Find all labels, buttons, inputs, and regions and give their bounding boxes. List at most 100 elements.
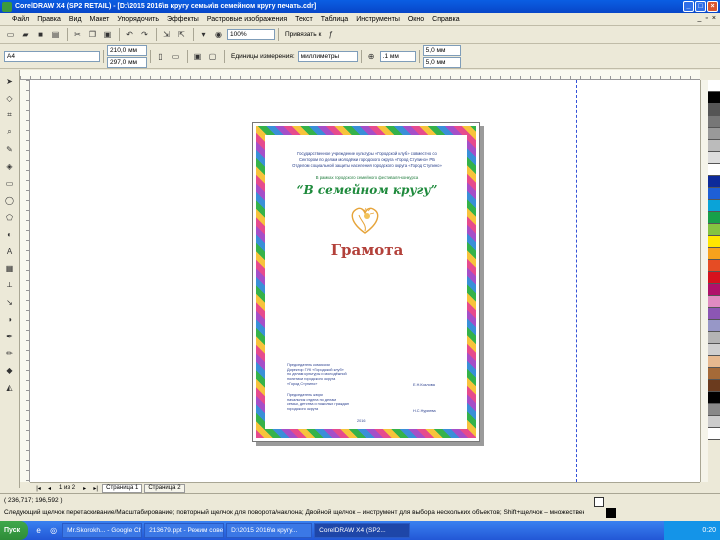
- prev-page-icon[interactable]: ◂: [45, 485, 54, 492]
- palette-swatch[interactable]: [708, 116, 720, 128]
- basic-shapes-icon[interactable]: ◐: [3, 227, 17, 241]
- palette-swatch[interactable]: [708, 320, 720, 332]
- palette-swatch[interactable]: [708, 284, 720, 296]
- dimension-tool-icon[interactable]: ⟂: [3, 278, 17, 292]
- landscape-icon[interactable]: ▭: [169, 50, 182, 63]
- crop-tool-icon[interactable]: ⌗: [3, 108, 17, 122]
- palette-swatch[interactable]: [708, 248, 720, 260]
- duplicate-y-field[interactable]: 5,0 мм: [422, 57, 461, 68]
- palette-swatch[interactable]: [708, 164, 720, 176]
- palette-swatch[interactable]: [708, 332, 720, 344]
- doc-restore-icon[interactable]: ▫: [705, 15, 707, 22]
- palette-swatch[interactable]: [708, 188, 720, 200]
- print-icon[interactable]: ▤: [49, 28, 62, 41]
- next-page-icon[interactable]: ▸: [80, 485, 89, 492]
- snap-to-dropdown[interactable]: Привязать к: [285, 31, 321, 38]
- sub-line[interactable]: В рамках городского семейного фестиваля-…: [277, 175, 457, 180]
- copy-icon[interactable]: ❐: [86, 28, 99, 41]
- palette-swatch[interactable]: [708, 224, 720, 236]
- palette-swatch[interactable]: [708, 392, 720, 404]
- undo-icon[interactable]: ↶: [123, 28, 136, 41]
- new-document-icon[interactable]: ▭: [4, 28, 17, 41]
- vertical-scrollbar[interactable]: [700, 80, 708, 482]
- task-coreldraw[interactable]: CorelDRAW X4 (SP2...: [314, 523, 411, 538]
- tab-page-2[interactable]: Страница 2: [144, 483, 185, 493]
- options-icon[interactable]: ƒ: [324, 28, 337, 41]
- menu-text[interactable]: Текст: [291, 16, 317, 23]
- task-powerpoint[interactable]: 213679.ppt - Режим сове...: [144, 523, 225, 538]
- last-page-icon[interactable]: ▸|: [91, 485, 100, 492]
- signature-block-1[interactable]: Председатель комиссии Директор ГУК «Горо…: [287, 363, 387, 387]
- palette-swatch[interactable]: [708, 176, 720, 188]
- start-button[interactable]: Пуск: [0, 521, 29, 540]
- palette-swatch[interactable]: [708, 260, 720, 272]
- zoom-tool-icon[interactable]: ⌕: [3, 125, 17, 139]
- paper-width-field[interactable]: 210,0 мм: [107, 45, 147, 56]
- pick-tool-icon[interactable]: ➤: [3, 74, 17, 88]
- table-tool-icon[interactable]: ▦: [3, 261, 17, 275]
- palette-swatch[interactable]: [708, 212, 720, 224]
- tab-page-1[interactable]: Страница 1: [102, 483, 143, 493]
- palette-swatch[interactable]: [708, 416, 720, 428]
- doc-minimize-icon[interactable]: _: [698, 15, 702, 22]
- palette-swatch[interactable]: [708, 404, 720, 416]
- menu-tools[interactable]: Инструменты: [352, 16, 404, 23]
- current-page-icon[interactable]: ▢: [206, 50, 219, 63]
- palette-swatch[interactable]: [708, 80, 720, 92]
- menu-view[interactable]: Вид: [65, 16, 86, 23]
- task-explorer[interactable]: D:\2015 2016\в кругу...: [226, 523, 313, 538]
- quicklaunch-chrome-icon[interactable]: ◎: [47, 524, 60, 537]
- header-line-2[interactable]: Сектором по делам молодёжи городского ок…: [277, 157, 457, 162]
- palette-swatch[interactable]: [708, 368, 720, 380]
- header-line-1[interactable]: Государственное учреждение культуры «Гор…: [277, 151, 457, 156]
- drawing-canvas[interactable]: Государственное учреждение культуры «Гор…: [30, 80, 700, 482]
- zoom-level-field[interactable]: 100%: [227, 29, 275, 40]
- units-select[interactable]: миллиметры: [297, 51, 358, 62]
- first-page-icon[interactable]: |◂: [34, 485, 43, 492]
- menu-help[interactable]: Справка: [428, 16, 463, 23]
- menu-edit[interactable]: Правка: [33, 16, 65, 23]
- horizontal-ruler[interactable]: [20, 70, 700, 80]
- palette-swatch[interactable]: [708, 272, 720, 284]
- ellipse-tool-icon[interactable]: ◯: [3, 193, 17, 207]
- doc-close-icon[interactable]: ×: [712, 15, 716, 22]
- outline-indicator-icon[interactable]: [606, 508, 616, 518]
- duplicate-x-field[interactable]: 5,0 мм: [422, 45, 461, 56]
- menu-file[interactable]: Файл: [8, 16, 33, 23]
- redo-icon[interactable]: ↷: [138, 28, 151, 41]
- signature-1-name[interactable]: Е.Н.Козлова: [413, 383, 435, 388]
- outline-tool-icon[interactable]: ✏: [3, 346, 17, 360]
- eyedropper-tool-icon[interactable]: ✒: [3, 329, 17, 343]
- header-line-3[interactable]: Отделом социальной защиты населения горо…: [277, 163, 457, 168]
- portrait-icon[interactable]: ▯: [154, 50, 167, 63]
- document-page[interactable]: Государственное учреждение культуры «Гор…: [252, 122, 480, 442]
- menu-table[interactable]: Таблица: [317, 16, 352, 23]
- cut-icon[interactable]: ✂: [71, 28, 84, 41]
- rectangle-tool-icon[interactable]: ▭: [3, 176, 17, 190]
- palette-swatch[interactable]: [708, 296, 720, 308]
- paste-icon[interactable]: ▣: [101, 28, 114, 41]
- freehand-tool-icon[interactable]: ✎: [3, 142, 17, 156]
- certificate-year[interactable]: 2016: [357, 419, 365, 424]
- application-launcher-icon[interactable]: ▾: [197, 28, 210, 41]
- title-bar[interactable]: CorelDRAW X4 (SP2 RETAIL) - [D:\2015 201…: [0, 0, 720, 13]
- menu-layout[interactable]: Макет: [86, 16, 114, 23]
- palette-swatch[interactable]: [708, 344, 720, 356]
- nudge-field[interactable]: .1 мм: [379, 51, 416, 62]
- task-chrome[interactable]: Mr.Skorokh... - Google Chr...: [62, 523, 143, 538]
- menu-bitmaps[interactable]: Растровые изображения: [203, 16, 291, 23]
- palette-swatch[interactable]: [708, 104, 720, 116]
- menu-window[interactable]: Окно: [404, 16, 428, 23]
- shape-tool-icon[interactable]: ◇: [3, 91, 17, 105]
- import-icon[interactable]: ⇲: [160, 28, 173, 41]
- palette-swatch[interactable]: [708, 380, 720, 392]
- menu-effects[interactable]: Эффекты: [163, 16, 203, 23]
- minimize-button[interactable]: _: [683, 1, 694, 12]
- open-folder-icon[interactable]: ▰: [19, 28, 32, 41]
- palette-swatch[interactable]: [708, 356, 720, 368]
- paper-height-field[interactable]: 297,0 мм: [107, 57, 147, 68]
- all-pages-icon[interactable]: ▣: [191, 50, 204, 63]
- signature-2-name[interactable]: Н.С.Нуриева: [413, 409, 436, 414]
- palette-swatch[interactable]: [708, 236, 720, 248]
- palette-swatch[interactable]: [708, 308, 720, 320]
